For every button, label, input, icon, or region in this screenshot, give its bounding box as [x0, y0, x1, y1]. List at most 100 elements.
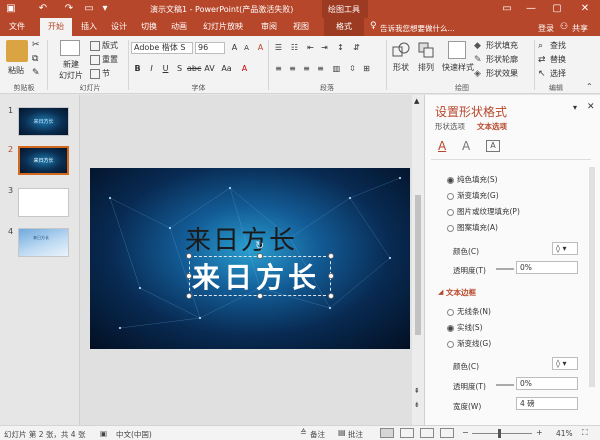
strikethrough-icon[interactable]: abc — [187, 62, 201, 75]
select-button[interactable]: ↖ 选择 — [538, 68, 566, 79]
close-icon[interactable]: ✕ — [578, 2, 592, 16]
resize-handle[interactable] — [328, 273, 334, 279]
tab-design[interactable]: 设计 — [106, 18, 132, 36]
slideshow-view-icon[interactable] — [440, 428, 454, 438]
slide-thumbnail[interactable] — [18, 188, 69, 217]
picture-fill-option[interactable]: 图片或纹理填充(P) — [447, 206, 520, 217]
solid-line-option[interactable]: 实线(S) — [447, 322, 483, 333]
text-direction-icon[interactable]: ⇵ — [350, 41, 363, 54]
collapse-ribbon-icon[interactable]: ⌃ — [586, 82, 593, 91]
new-slide-button[interactable]: 新建 幻灯片 — [56, 59, 86, 81]
quick-styles-icon[interactable] — [448, 41, 466, 59]
pattern-fill-option[interactable]: 图案填充(A) — [447, 222, 498, 233]
tab-file[interactable]: 文件 — [2, 18, 32, 36]
cut-icon[interactable]: ✂ — [32, 40, 40, 51]
shape-effects-button[interactable]: ◈ 形状效果 — [474, 68, 518, 79]
spellcheck-icon[interactable]: ▣ — [100, 429, 107, 438]
width-spinner[interactable]: 4 磅 — [516, 397, 578, 410]
smartart-icon[interactable]: ⊞ — [360, 62, 373, 75]
font-name-combo[interactable]: Adobe 楷体 S — [131, 42, 193, 54]
shrink-font-icon[interactable]: A — [240, 42, 253, 55]
layout-button[interactable]: 版式 — [90, 40, 118, 51]
bullets-icon[interactable]: ☰ — [272, 41, 285, 54]
outline-transparency-slider[interactable] — [496, 384, 514, 386]
clear-format-icon[interactable]: A — [254, 41, 267, 54]
reading-view-icon[interactable] — [420, 428, 434, 438]
change-case-icon[interactable]: Aa — [220, 62, 233, 75]
shape-outline-button[interactable]: ✎ 形状轮廓 — [474, 54, 518, 65]
resize-handle[interactable] — [186, 293, 192, 299]
shapes-icon[interactable] — [392, 42, 410, 58]
login-link[interactable]: 登录 — [538, 23, 554, 34]
char-spacing-icon[interactable]: AV — [203, 62, 216, 75]
tab-view[interactable]: 视图 — [288, 18, 314, 36]
tab-animations[interactable]: 动画 — [166, 18, 192, 36]
customize-qat-icon[interactable]: ▾ — [98, 2, 112, 16]
tab-transitions[interactable]: 切换 — [136, 18, 162, 36]
align-center-icon[interactable]: ≡ — [286, 62, 299, 75]
bold-icon[interactable]: B — [131, 62, 144, 75]
zoom-in-icon[interactable]: + — [536, 428, 543, 437]
tab-text-options[interactable]: 文本选项 — [477, 121, 507, 132]
slide-thumbnail[interactable]: 来日方长 — [18, 228, 69, 257]
outline-color-picker[interactable]: ◊ ▾ — [552, 357, 578, 370]
resize-handle[interactable] — [257, 253, 263, 259]
tell-me-box[interactable]: 告诉我您想要做什么... — [380, 23, 455, 34]
maximize-icon[interactable]: ▢ — [550, 2, 564, 16]
slide-thumbnail[interactable]: 来日方长 — [18, 146, 69, 175]
scroll-up-icon[interactable]: ▲ — [414, 97, 419, 105]
language-status[interactable]: 中文(中国) — [116, 429, 152, 440]
share-button[interactable]: 共享 — [572, 23, 588, 34]
pane-scrollbar[interactable] — [589, 167, 595, 387]
solid-fill-option[interactable]: 纯色填充(S) — [447, 174, 498, 185]
tab-home[interactable]: 开始 — [40, 18, 72, 36]
paste-button[interactable]: 粘贴 — [8, 65, 24, 76]
line-spacing-icon[interactable]: ↕ — [334, 41, 347, 54]
normal-view-icon[interactable] — [380, 428, 394, 438]
fill-transparency-spinner[interactable]: 0% — [516, 261, 578, 274]
quick-styles-button[interactable]: 快速样式 — [442, 62, 474, 73]
outline-transparency-spinner[interactable]: 0% — [516, 377, 578, 390]
tab-format[interactable]: 格式 — [324, 18, 364, 36]
next-slide-icon[interactable]: ⇟ — [414, 401, 420, 409]
undo-icon[interactable]: ↶ — [36, 2, 50, 16]
numbering-icon[interactable]: ☷ — [288, 41, 301, 54]
canvas-scrollbar[interactable]: ▲ ⇞ ⇟ — [412, 95, 424, 425]
justify-icon[interactable]: ≡ — [314, 62, 327, 75]
resize-handle[interactable] — [328, 293, 334, 299]
gradient-fill-option[interactable]: 渐变填充(G) — [447, 190, 499, 201]
format-painter-icon[interactable]: ✎ — [32, 68, 40, 79]
new-slide-icon[interactable] — [60, 40, 80, 56]
italic-icon[interactable]: I — [145, 62, 158, 75]
save-icon[interactable]: ▣ — [4, 2, 18, 16]
fill-transparency-slider[interactable] — [496, 268, 514, 270]
underline-icon[interactable]: U — [159, 62, 172, 75]
fit-slide-icon[interactable]: ⛶ — [582, 428, 588, 438]
shape-fill-button[interactable]: ◆ 形状填充 — [474, 40, 518, 51]
text-fill-outline-icon[interactable]: A — [438, 139, 446, 153]
resize-handle[interactable] — [186, 253, 192, 259]
shapes-button[interactable]: 形状 — [393, 62, 409, 73]
paste-icon[interactable] — [6, 40, 28, 62]
resize-handle[interactable] — [328, 253, 334, 259]
align-text-icon[interactable]: ⇳ — [346, 62, 359, 75]
pane-close-icon[interactable]: ✕ — [587, 102, 595, 112]
rotate-handle-icon[interactable]: ↻ — [255, 239, 264, 252]
zoom-slider[interactable] — [472, 433, 532, 434]
tab-shape-options[interactable]: 形状选项 — [435, 121, 465, 132]
fill-color-picker[interactable]: ◊ ▾ — [552, 242, 578, 255]
reset-button[interactable]: 重置 — [90, 54, 118, 65]
slide-thumbnail[interactable]: 来日方长 — [18, 107, 69, 136]
present-icon[interactable]: ▭ — [82, 2, 96, 16]
resize-handle[interactable] — [257, 293, 263, 299]
section-button[interactable]: 节 — [90, 68, 110, 79]
tab-insert[interactable]: 插入 — [76, 18, 102, 36]
find-button[interactable]: ⌕ 查找 — [538, 40, 566, 51]
decrease-indent-icon[interactable]: ⇤ — [304, 41, 317, 54]
redo-icon[interactable]: ↷ — [62, 2, 76, 16]
copy-icon[interactable]: ⧉ — [32, 54, 38, 65]
increase-indent-icon[interactable]: ⇥ — [318, 41, 331, 54]
prev-slide-icon[interactable]: ⇞ — [414, 387, 420, 395]
resize-handle[interactable] — [186, 273, 192, 279]
replace-button[interactable]: ⇄ 替换 — [538, 54, 566, 65]
